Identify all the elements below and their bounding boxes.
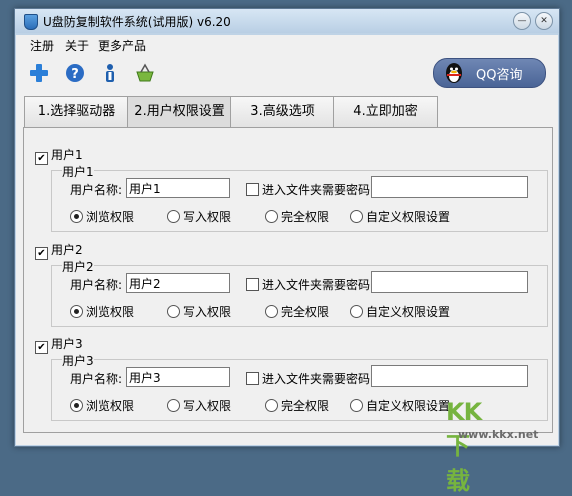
app-window: U盘防复制软件系统(试用版) v6.20 — ✕ 注册 关于 更多产品 ? QQ… bbox=[14, 8, 560, 447]
user1-password-checkbox[interactable]: 进入文件夹需要密码 bbox=[246, 181, 370, 198]
radio-label: 自定义权限设置 bbox=[366, 399, 451, 413]
close-button[interactable]: ✕ bbox=[535, 12, 553, 30]
user3-group-title: 用户3 bbox=[62, 352, 94, 369]
radio-label: 写入权限 bbox=[183, 210, 232, 224]
menu-register[interactable]: 注册 bbox=[30, 37, 54, 54]
radio-dot bbox=[167, 210, 180, 223]
radio-dot bbox=[350, 399, 363, 412]
tab-user-permissions[interactable]: 2.用户权限设置 bbox=[127, 96, 232, 127]
radio-dot bbox=[70, 399, 83, 412]
app-shield-icon bbox=[24, 14, 38, 30]
qq-penguin-icon bbox=[446, 63, 462, 83]
user1-radio-browse[interactable]: 浏览权限 bbox=[70, 208, 134, 225]
watermark-logo: KK下载 bbox=[446, 398, 482, 495]
checkbox-box bbox=[246, 372, 259, 385]
checkbox-mark: ✔ bbox=[35, 247, 48, 260]
user1-group-title: 用户1 bbox=[62, 163, 94, 180]
radio-dot bbox=[167, 305, 180, 318]
radio-label: 浏览权限 bbox=[86, 210, 135, 224]
checkbox-mark: ✔ bbox=[35, 152, 48, 165]
user1-password-check-label: 进入文件夹需要密码 bbox=[262, 183, 371, 197]
minimize-button[interactable]: — bbox=[513, 12, 531, 30]
watermark-url: www.kkx.net bbox=[458, 428, 539, 441]
user2-radio-browse[interactable]: 浏览权限 bbox=[70, 303, 134, 320]
user3-password-check-label: 进入文件夹需要密码 bbox=[262, 372, 371, 386]
user1-radio-full[interactable]: 完全权限 bbox=[265, 208, 329, 225]
svg-text:?: ? bbox=[71, 67, 79, 82]
tab-select-drive[interactable]: 1.选择驱动器 bbox=[24, 96, 129, 127]
tab-panel-user-permissions: ✔用户1 用户1 用户名称: 进入文件夹需要密码 浏览权限 写入权限 完全权限 … bbox=[23, 127, 553, 433]
radio-dot bbox=[265, 399, 278, 412]
user1-name-input[interactable] bbox=[126, 178, 230, 198]
radio-label: 自定义权限设置 bbox=[366, 305, 451, 319]
menu-about[interactable]: 关于 bbox=[65, 37, 89, 54]
user3-radio-browse[interactable]: 浏览权限 bbox=[70, 397, 134, 414]
user1-check-label: 用户1 bbox=[51, 148, 83, 162]
radio-label: 写入权限 bbox=[183, 305, 232, 319]
user2-group: 用户2 用户名称: 进入文件夹需要密码 浏览权限 写入权限 完全权限 自定义权限… bbox=[51, 258, 548, 327]
checkbox-mark: ✔ bbox=[35, 341, 48, 354]
plus-icon[interactable] bbox=[29, 63, 49, 83]
toolbar: ? bbox=[16, 55, 416, 92]
menu-more-products[interactable]: 更多产品 bbox=[98, 37, 146, 54]
radio-label: 自定义权限设置 bbox=[366, 210, 451, 224]
user3-name-input[interactable] bbox=[126, 367, 230, 387]
radio-label: 写入权限 bbox=[183, 399, 232, 413]
help-icon[interactable]: ? bbox=[65, 63, 85, 83]
user3-name-label: 用户名称: bbox=[70, 372, 123, 386]
radio-label: 完全权限 bbox=[281, 210, 330, 224]
user2-radio-write[interactable]: 写入权限 bbox=[167, 303, 231, 320]
user2-password-input[interactable] bbox=[371, 271, 528, 293]
user3-check-label: 用户3 bbox=[51, 337, 83, 351]
user2-password-checkbox[interactable]: 进入文件夹需要密码 bbox=[246, 276, 370, 293]
user3-password-checkbox[interactable]: 进入文件夹需要密码 bbox=[246, 370, 370, 387]
checkbox-box bbox=[246, 183, 259, 196]
menu-bar: 注册 关于 更多产品 bbox=[16, 35, 558, 55]
tab-encrypt-now[interactable]: 4.立即加密 bbox=[333, 96, 438, 127]
radio-label: 完全权限 bbox=[281, 305, 330, 319]
qq-consult-label: QQ咨询 bbox=[476, 68, 523, 83]
radio-dot bbox=[70, 210, 83, 223]
radio-label: 浏览权限 bbox=[86, 305, 135, 319]
radio-dot bbox=[167, 399, 180, 412]
user1-radio-write[interactable]: 写入权限 bbox=[167, 208, 231, 225]
user3-radio-write[interactable]: 写入权限 bbox=[167, 397, 231, 414]
user1-password-input[interactable] bbox=[371, 176, 528, 198]
title-bar[interactable]: U盘防复制软件系统(试用版) v6.20 — ✕ bbox=[15, 9, 559, 33]
radio-dot bbox=[350, 305, 363, 318]
radio-label: 浏览权限 bbox=[86, 399, 135, 413]
radio-dot bbox=[70, 305, 83, 318]
user3-password-input[interactable] bbox=[371, 365, 528, 387]
radio-label: 完全权限 bbox=[281, 399, 330, 413]
info-icon[interactable] bbox=[100, 63, 120, 83]
user2-name-input[interactable] bbox=[126, 273, 230, 293]
qq-consult-button[interactable]: QQ咨询 bbox=[433, 58, 546, 88]
basket-icon[interactable] bbox=[135, 63, 155, 83]
checkbox-box bbox=[246, 278, 259, 291]
user2-check-label: 用户2 bbox=[51, 243, 83, 257]
radio-dot bbox=[265, 210, 278, 223]
user2-password-check-label: 进入文件夹需要密码 bbox=[262, 278, 371, 292]
user1-radio-custom[interactable]: 自定义权限设置 bbox=[350, 208, 450, 225]
user2-group-title: 用户2 bbox=[62, 258, 94, 275]
user2-radio-custom[interactable]: 自定义权限设置 bbox=[350, 303, 450, 320]
window-title: U盘防复制软件系统(试用版) v6.20 bbox=[43, 15, 231, 29]
user3-radio-custom[interactable]: 自定义权限设置 bbox=[350, 397, 450, 414]
tab-advanced-options[interactable]: 3.高级选项 bbox=[230, 96, 335, 127]
radio-dot bbox=[350, 210, 363, 223]
user1-name-label: 用户名称: bbox=[70, 183, 123, 197]
user2-name-label: 用户名称: bbox=[70, 278, 123, 292]
user2-radio-full[interactable]: 完全权限 bbox=[265, 303, 329, 320]
radio-dot bbox=[265, 305, 278, 318]
user3-radio-full[interactable]: 完全权限 bbox=[265, 397, 329, 414]
user1-group: 用户1 用户名称: 进入文件夹需要密码 浏览权限 写入权限 完全权限 自定义权限… bbox=[51, 163, 548, 232]
